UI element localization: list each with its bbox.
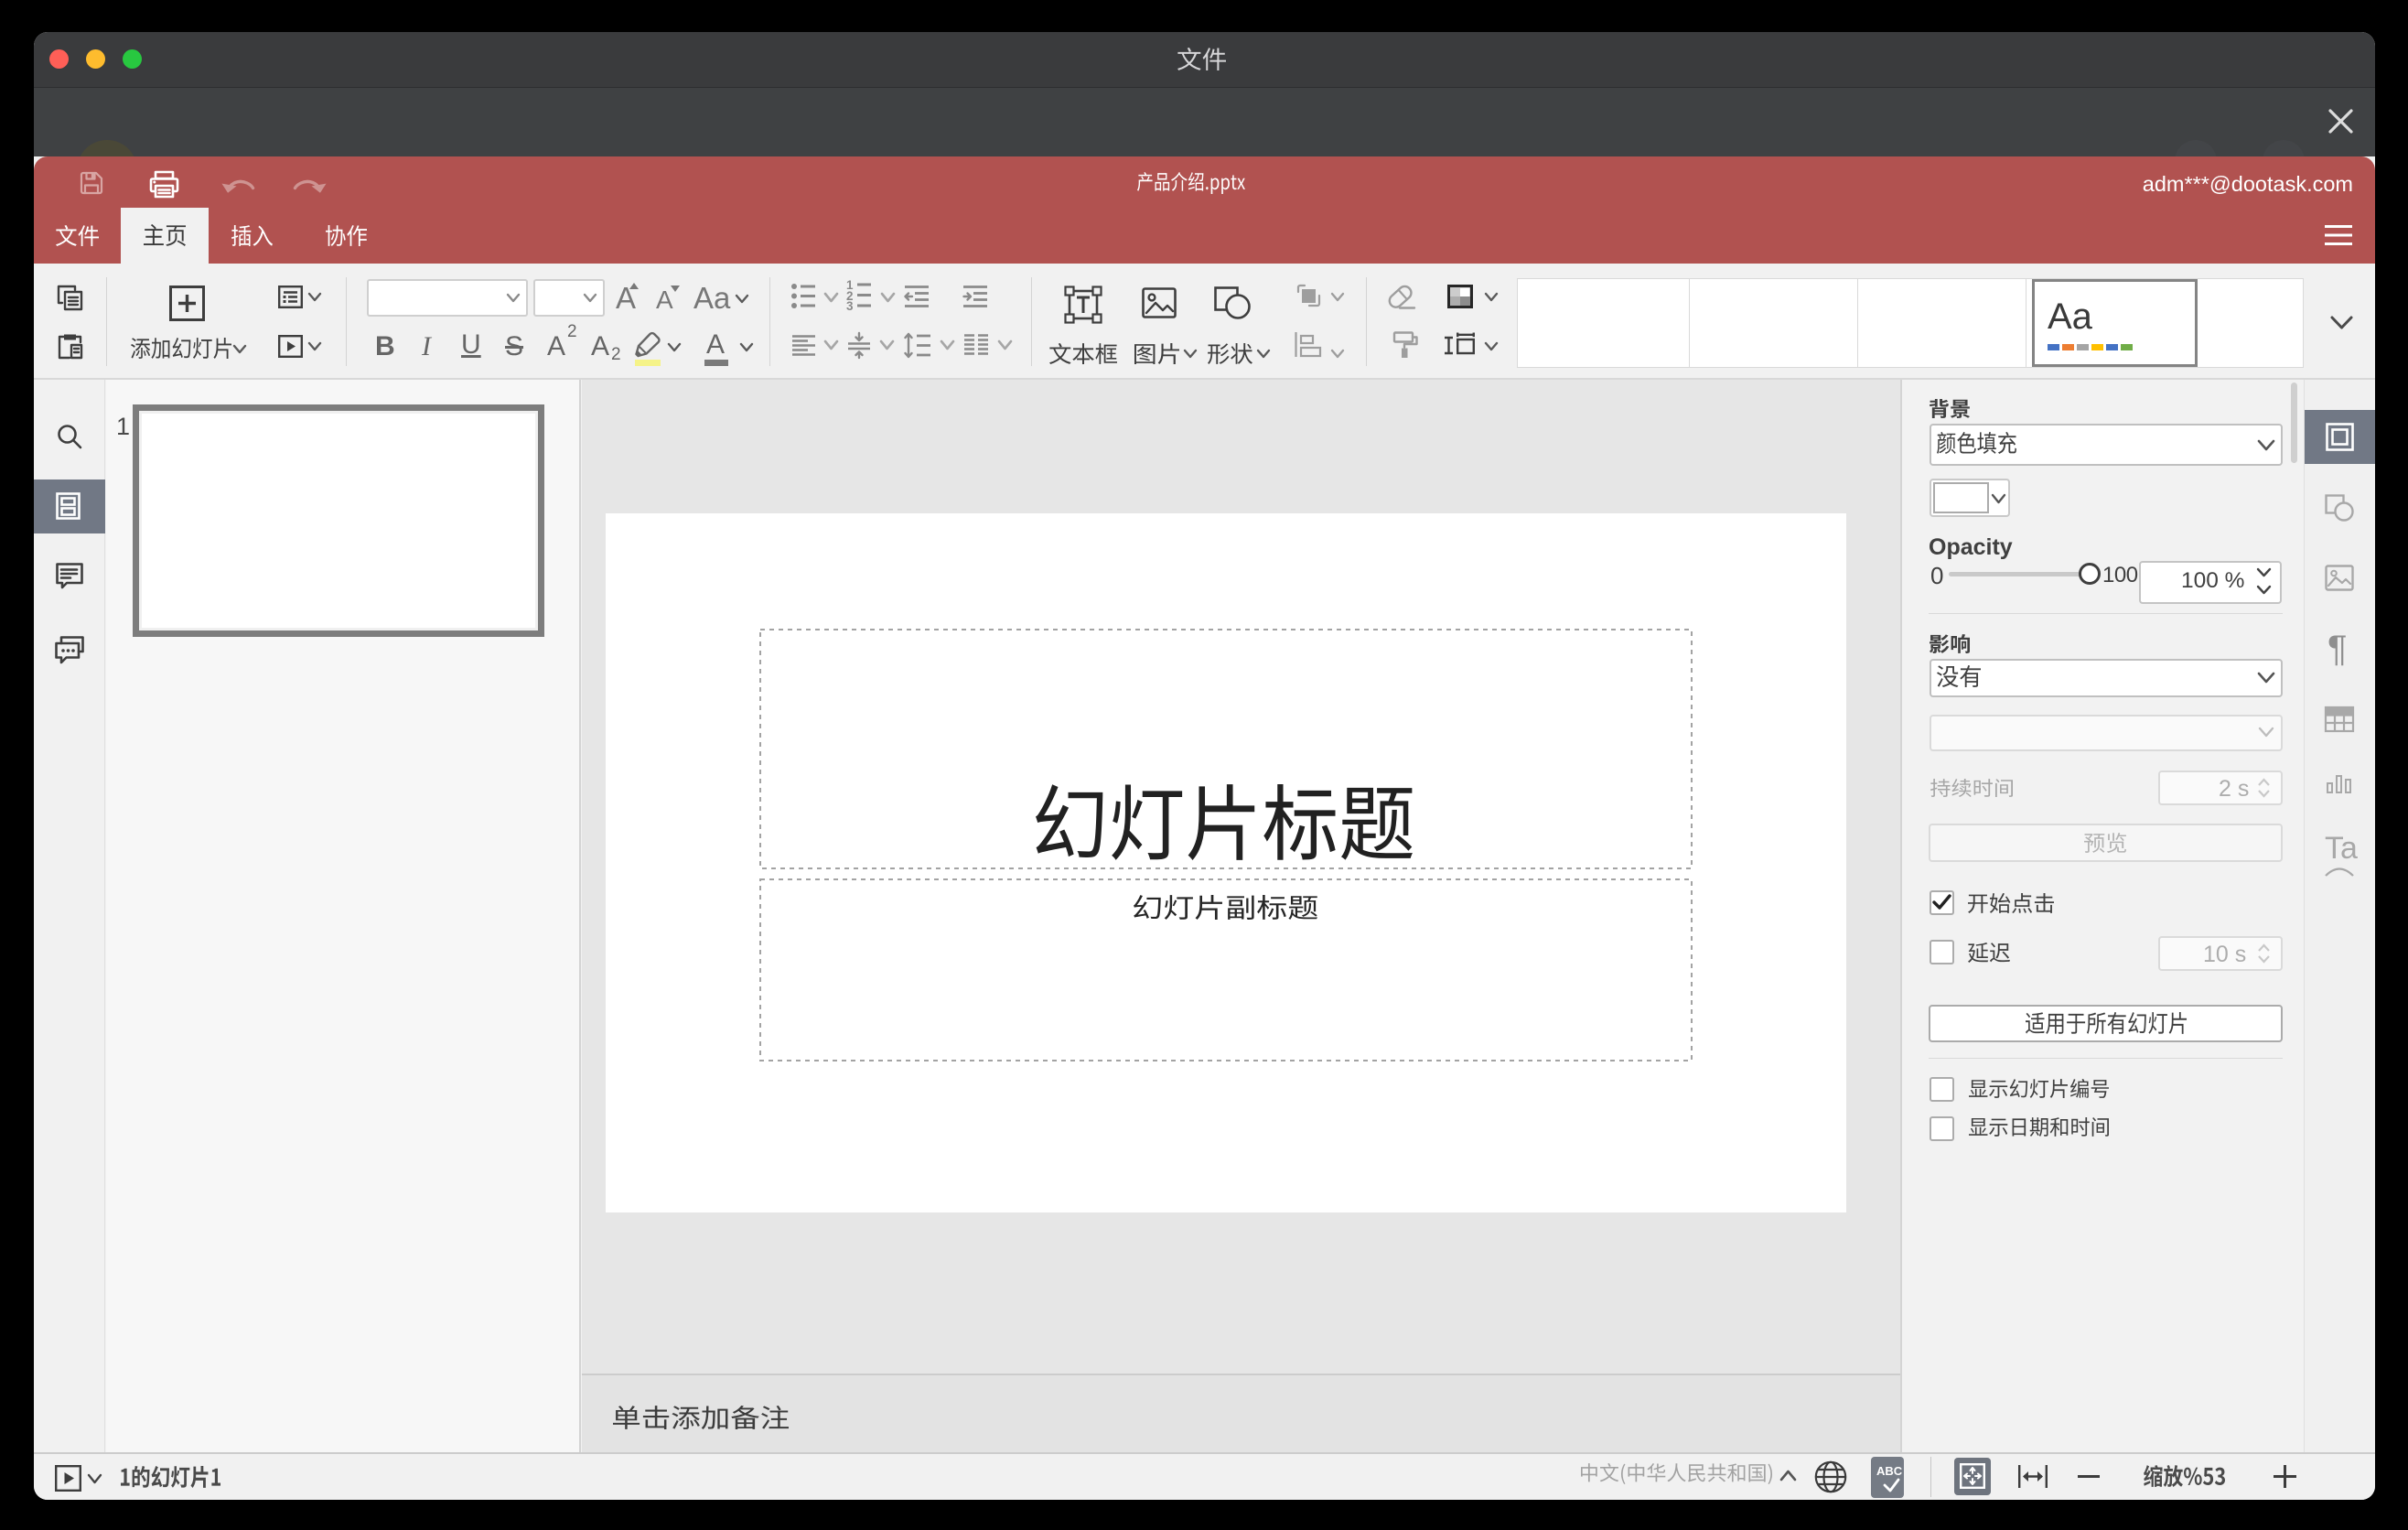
svg-text:3: 3 [846, 299, 854, 313]
